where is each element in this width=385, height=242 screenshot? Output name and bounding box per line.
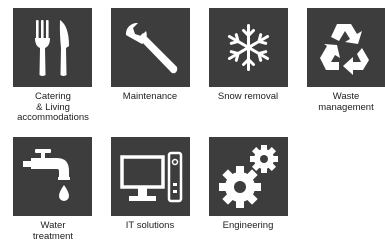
service-label-maintenance: Maintenance <box>122 91 178 102</box>
service-label-snow-removal: Snow removal <box>217 91 279 102</box>
service-label-water-treatment: Water treatment <box>32 220 74 242</box>
service-tile-it-solutions[interactable] <box>111 137 190 216</box>
fork-knife-icon <box>35 20 69 76</box>
service-label-waste-management: Waste management <box>318 91 374 113</box>
snowflake-icon <box>227 24 270 71</box>
computer-icon <box>120 151 183 203</box>
service-tile-waste-management[interactable] <box>307 8 385 87</box>
recycle-icon <box>320 24 369 75</box>
service-tile-maintenance[interactable] <box>111 8 190 87</box>
service-tile-engineering[interactable] <box>209 137 288 216</box>
service-tile-water-treatment[interactable] <box>13 137 92 216</box>
service-tile-catering[interactable] <box>13 8 92 87</box>
service-label-it-solutions: IT solutions <box>125 220 175 231</box>
wrench-icon <box>125 22 178 74</box>
gears-icon <box>219 145 278 208</box>
service-tile-snow-removal[interactable] <box>209 8 288 87</box>
service-label-engineering: Engineering <box>222 220 274 231</box>
water-tap-icon <box>23 149 70 201</box>
service-label-catering: Catering & Living accommodations <box>17 91 89 123</box>
